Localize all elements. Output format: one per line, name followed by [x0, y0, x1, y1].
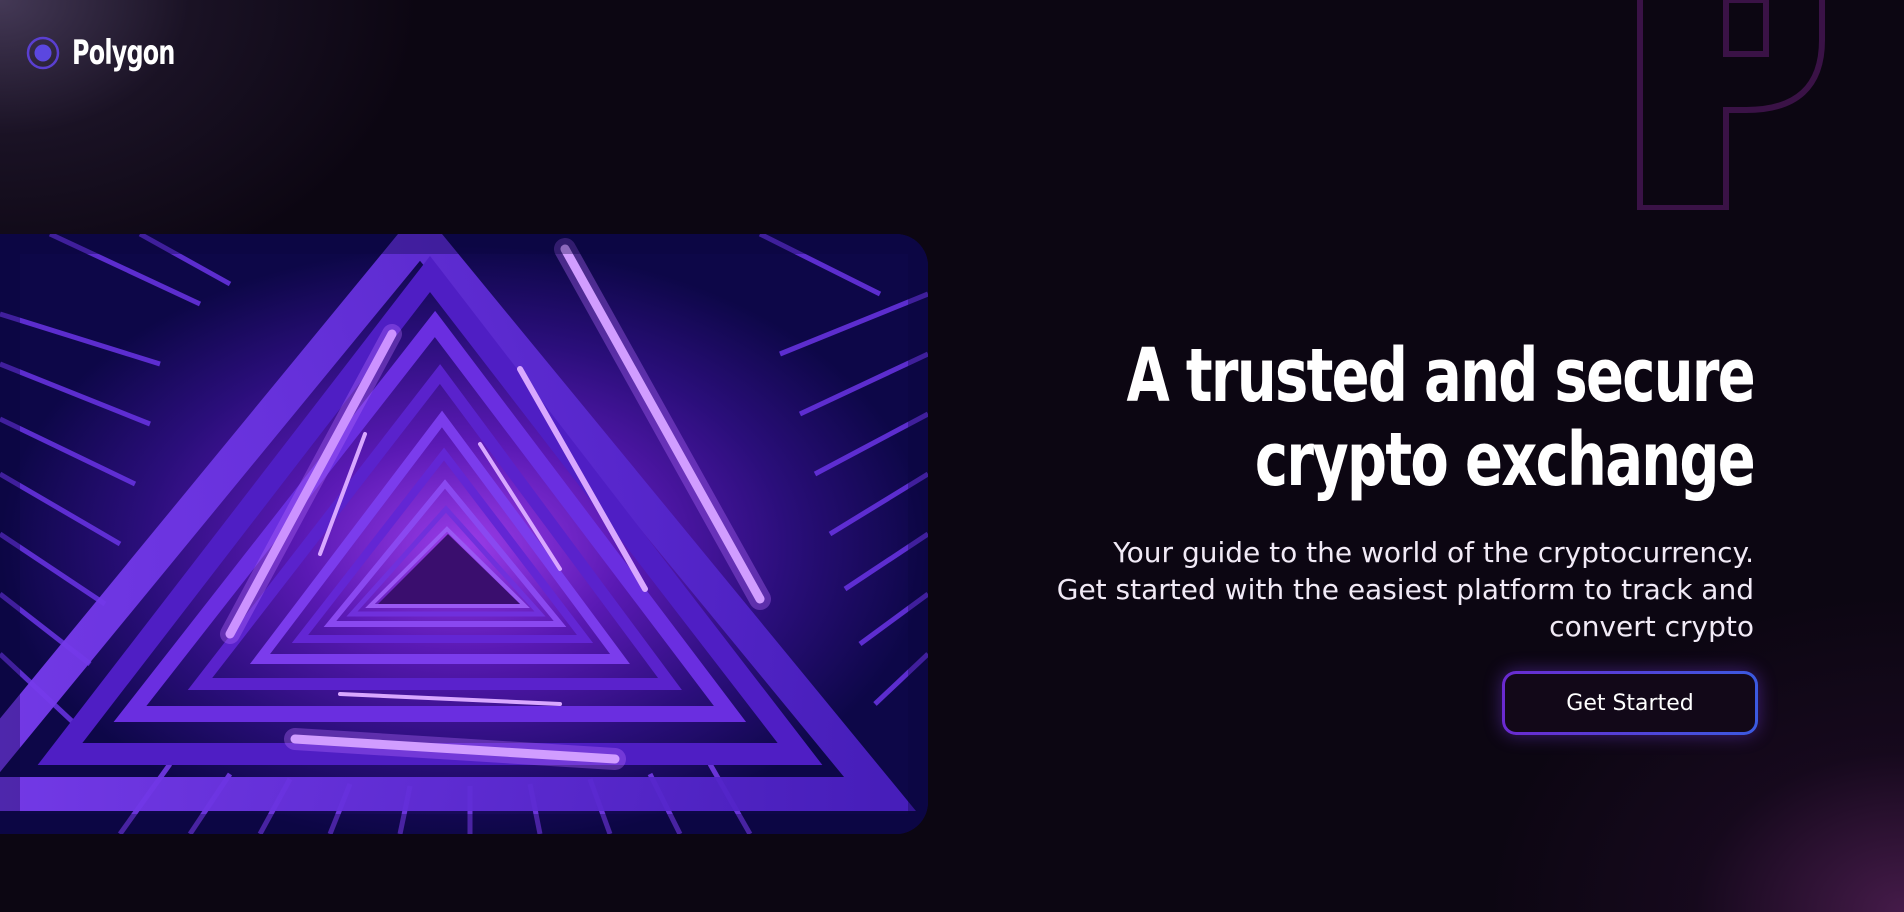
hero-subtitle-line-1: Your guide to the world of the cryptocur…: [1113, 536, 1754, 569]
brand-logo[interactable]: Polygon: [26, 36, 204, 70]
brand-name: Polygon: [72, 33, 175, 73]
ghost-letter-p-decoration: [1626, 0, 1826, 211]
polygon-ring-icon: [26, 36, 60, 70]
hero-subtitle: Your guide to the world of the cryptocur…: [954, 534, 1754, 645]
hero-headline-line-1: A trusted and secure: [1126, 333, 1755, 419]
hero-subtitle-line-3: convert crypto: [1549, 610, 1754, 643]
hero-headline-line-2: crypto exchange: [1254, 417, 1756, 503]
hero-subtitle-line-2: Get started with the easiest platform to…: [1056, 573, 1754, 606]
hero-image-neon-staircase: [0, 234, 928, 834]
get-started-button[interactable]: Get Started: [1502, 671, 1758, 735]
landing-page: Polygon A trusted and secure crypto exch…: [0, 0, 1904, 912]
hero-headline: A trusted and secure crypto exchange: [994, 333, 1756, 503]
